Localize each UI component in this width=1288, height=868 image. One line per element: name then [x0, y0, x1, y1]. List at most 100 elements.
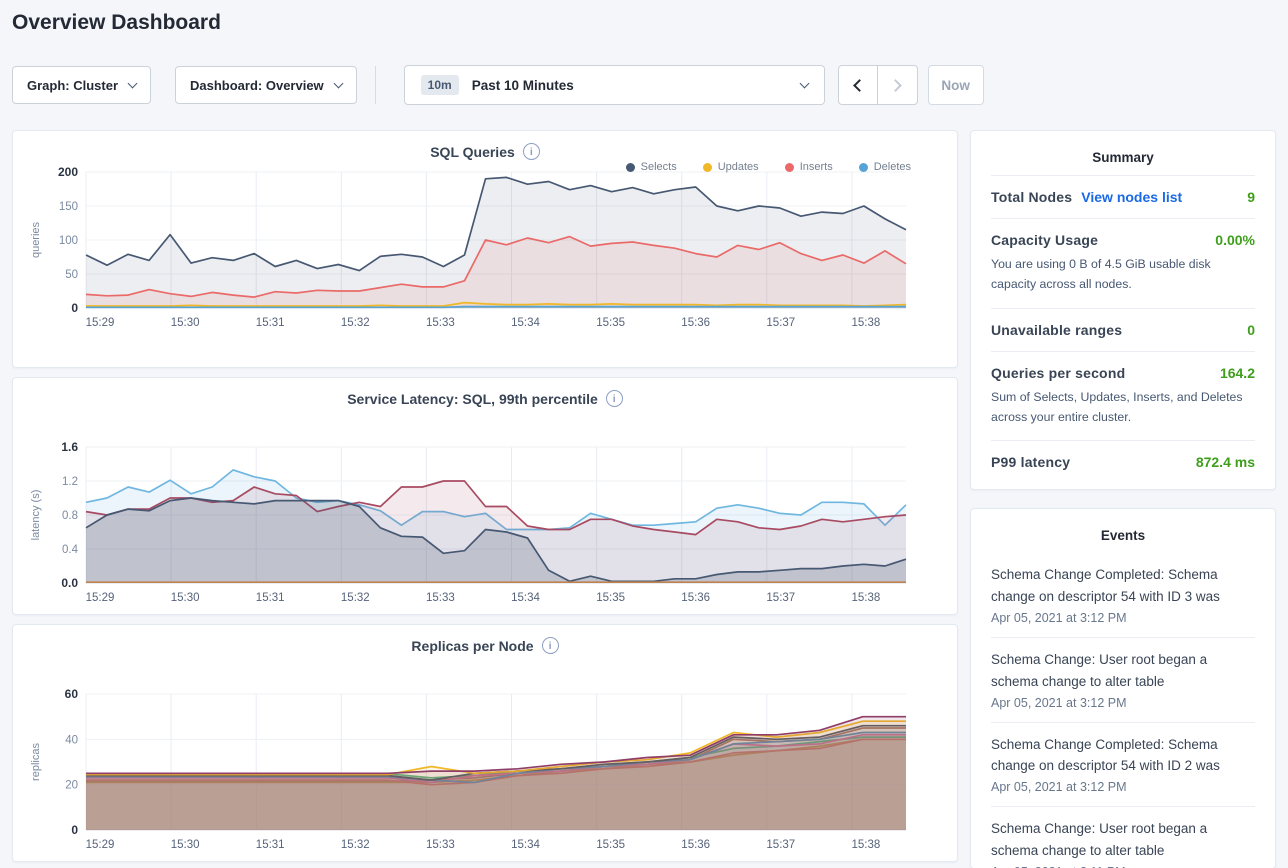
event-item[interactable]: Schema Change: User root began a schema …	[991, 807, 1255, 868]
summary-row-capacity-usage: Capacity Usage 0.00% You are using 0 B o…	[991, 218, 1255, 308]
event-text: Schema Change Completed: Schema change o…	[991, 564, 1255, 608]
info-icon[interactable]: i	[606, 390, 623, 407]
event-text: Schema Change: User root began a schema …	[991, 818, 1255, 862]
legend-item: Selects	[626, 161, 677, 173]
svg-text:15:38: 15:38	[852, 317, 881, 329]
time-forward-button[interactable]	[878, 65, 918, 105]
event-timestamp: Apr 05, 2021 at 3:12 PM	[991, 611, 1255, 625]
event-item[interactable]: Schema Change Completed: Schema change o…	[991, 553, 1255, 638]
legend-dot	[785, 163, 794, 172]
chevron-down-icon	[333, 78, 343, 88]
svg-text:15:29: 15:29	[86, 839, 115, 851]
legend-dot	[859, 163, 868, 172]
svg-text:15:38: 15:38	[852, 839, 881, 851]
chart-title-text: Replicas per Node	[411, 638, 533, 654]
summary-row-unavailable-ranges: Unavailable ranges 0	[991, 308, 1255, 351]
svg-text:150: 150	[59, 201, 78, 213]
svg-text:15:30: 15:30	[171, 592, 200, 604]
graph-dropdown[interactable]: Graph: Cluster	[12, 66, 151, 104]
svg-text:15:33: 15:33	[426, 839, 455, 851]
chevron-down-icon	[128, 78, 138, 88]
summary-label: P99 latency	[991, 454, 1070, 470]
charts-column: SQL Queries i Selects Updates Inserts De…	[12, 130, 958, 868]
view-nodes-list-link[interactable]: View nodes list	[1081, 189, 1182, 205]
svg-text:queries: queries	[30, 221, 42, 258]
now-button[interactable]: Now	[928, 65, 984, 105]
svg-text:15:38: 15:38	[852, 592, 881, 604]
summary-panel: Summary Total Nodes View nodes list 9 Ca…	[970, 130, 1276, 490]
chevron-right-icon	[889, 79, 902, 92]
summary-value: 0.00%	[1215, 232, 1255, 248]
legend-label: Updates	[718, 161, 759, 173]
summary-label: Queries per second	[991, 365, 1125, 381]
service-latency-chart[interactable]: 0.00.40.81.21.615:2915:3015:3115:3215:33…	[13, 439, 958, 615]
svg-text:15:35: 15:35	[596, 839, 625, 851]
svg-text:1.2: 1.2	[62, 476, 78, 488]
sql-queries-chart[interactable]: 05010015020015:2915:3015:3115:3215:3315:…	[13, 164, 958, 340]
sql-queries-chart-panel: SQL Queries i Selects Updates Inserts De…	[12, 130, 958, 368]
svg-text:15:34: 15:34	[511, 592, 540, 604]
time-range-label: Past 10 Minutes	[472, 78, 574, 93]
chart-title: SQL Queries i	[13, 143, 957, 160]
svg-text:15:31: 15:31	[256, 839, 285, 851]
legend-label: Selects	[641, 161, 677, 173]
svg-text:15:37: 15:37	[766, 592, 795, 604]
replicas-per-node-chart-panel: Replicas per Node i 020406015:2915:3015:…	[12, 624, 958, 862]
summary-description: You are using 0 B of 4.5 GiB usable disk…	[991, 254, 1255, 295]
svg-text:15:32: 15:32	[341, 592, 370, 604]
svg-text:15:32: 15:32	[341, 317, 370, 329]
dashboard-dropdown[interactable]: Dashboard: Overview	[175, 66, 357, 104]
summary-label: Unavailable ranges	[991, 322, 1122, 338]
legend-item: Inserts	[785, 161, 833, 173]
legend-item: Updates	[703, 161, 759, 173]
info-icon[interactable]: i	[542, 637, 559, 654]
chevron-down-icon	[799, 78, 809, 88]
chevron-left-icon	[853, 79, 866, 92]
summary-label: Total Nodes	[991, 189, 1072, 205]
service-latency-chart-panel: Service Latency: SQL, 99th percentile i …	[12, 377, 958, 615]
legend-dot	[626, 163, 635, 172]
svg-text:50: 50	[65, 269, 78, 281]
svg-text:0.4: 0.4	[62, 544, 79, 556]
svg-text:15:31: 15:31	[256, 317, 285, 329]
svg-text:15:31: 15:31	[256, 592, 285, 604]
chart-title: Replicas per Node i	[13, 637, 957, 654]
svg-text:15:34: 15:34	[511, 839, 540, 851]
svg-text:15:37: 15:37	[766, 839, 795, 851]
info-icon[interactable]: i	[523, 143, 540, 160]
svg-text:latency (s): latency (s)	[30, 490, 42, 541]
legend-dot	[703, 163, 712, 172]
svg-text:15:36: 15:36	[681, 839, 710, 851]
graph-dropdown-label: Graph: Cluster	[27, 78, 118, 93]
svg-text:100: 100	[59, 235, 78, 247]
summary-label: Capacity Usage	[991, 232, 1098, 248]
svg-text:15:29: 15:29	[86, 317, 115, 329]
time-back-button[interactable]	[838, 65, 878, 105]
event-timestamp: Apr 05, 2021 at 3:12 PM	[991, 780, 1255, 794]
events-title: Events	[991, 524, 1255, 553]
events-panel: Events Schema Change Completed: Schema c…	[970, 508, 1276, 868]
time-pager	[838, 65, 918, 105]
summary-row-queries-per-second: Queries per second 164.2 Sum of Selects,…	[991, 351, 1255, 441]
event-item[interactable]: Schema Change Completed: Schema change o…	[991, 723, 1255, 808]
svg-text:1.6: 1.6	[61, 440, 78, 454]
svg-text:15:30: 15:30	[171, 317, 200, 329]
legend-item: Deletes	[859, 161, 911, 173]
event-timestamp: Apr 05, 2021 at 3:12 PM	[991, 696, 1255, 710]
sidebar: Summary Total Nodes View nodes list 9 Ca…	[970, 130, 1276, 868]
svg-text:15:36: 15:36	[681, 317, 710, 329]
svg-text:0.8: 0.8	[62, 510, 78, 522]
summary-value: 872.4 ms	[1196, 454, 1255, 470]
summary-value: 164.2	[1220, 365, 1255, 381]
summary-row-total-nodes: Total Nodes View nodes list 9	[991, 175, 1255, 218]
replicas-per-node-chart[interactable]: 020406015:2915:3015:3115:3215:3315:3415:…	[13, 686, 958, 862]
chart-title-text: SQL Queries	[430, 144, 515, 160]
summary-description: Sum of Selects, Updates, Inserts, and De…	[991, 387, 1255, 428]
svg-text:0.0: 0.0	[61, 576, 78, 590]
dashboard-dropdown-label: Dashboard: Overview	[190, 78, 324, 93]
svg-text:60: 60	[65, 687, 79, 701]
time-range-dropdown[interactable]: 10m Past 10 Minutes	[404, 65, 825, 105]
summary-value: 0	[1247, 322, 1255, 338]
event-item[interactable]: Schema Change: User root began a schema …	[991, 638, 1255, 723]
svg-text:replicas: replicas	[30, 743, 42, 781]
